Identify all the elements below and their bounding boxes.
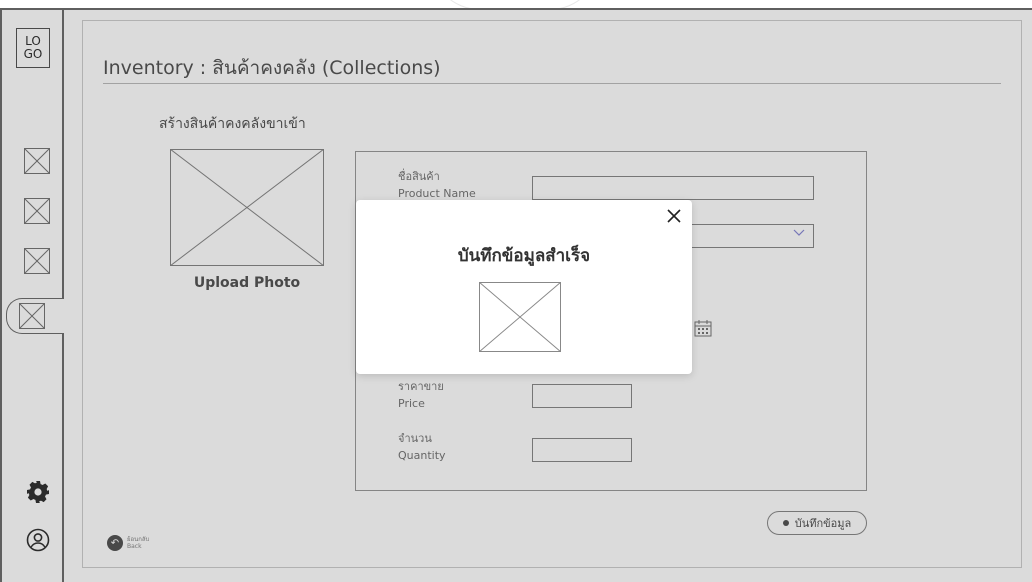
success-modal: บันทึกข้อมูลสำเร็จ [356,200,692,374]
success-image-placeholder [478,281,562,353]
modal-title: บันทึกข้อมูลสำเร็จ [457,246,591,266]
close-icon[interactable] [664,206,684,226]
